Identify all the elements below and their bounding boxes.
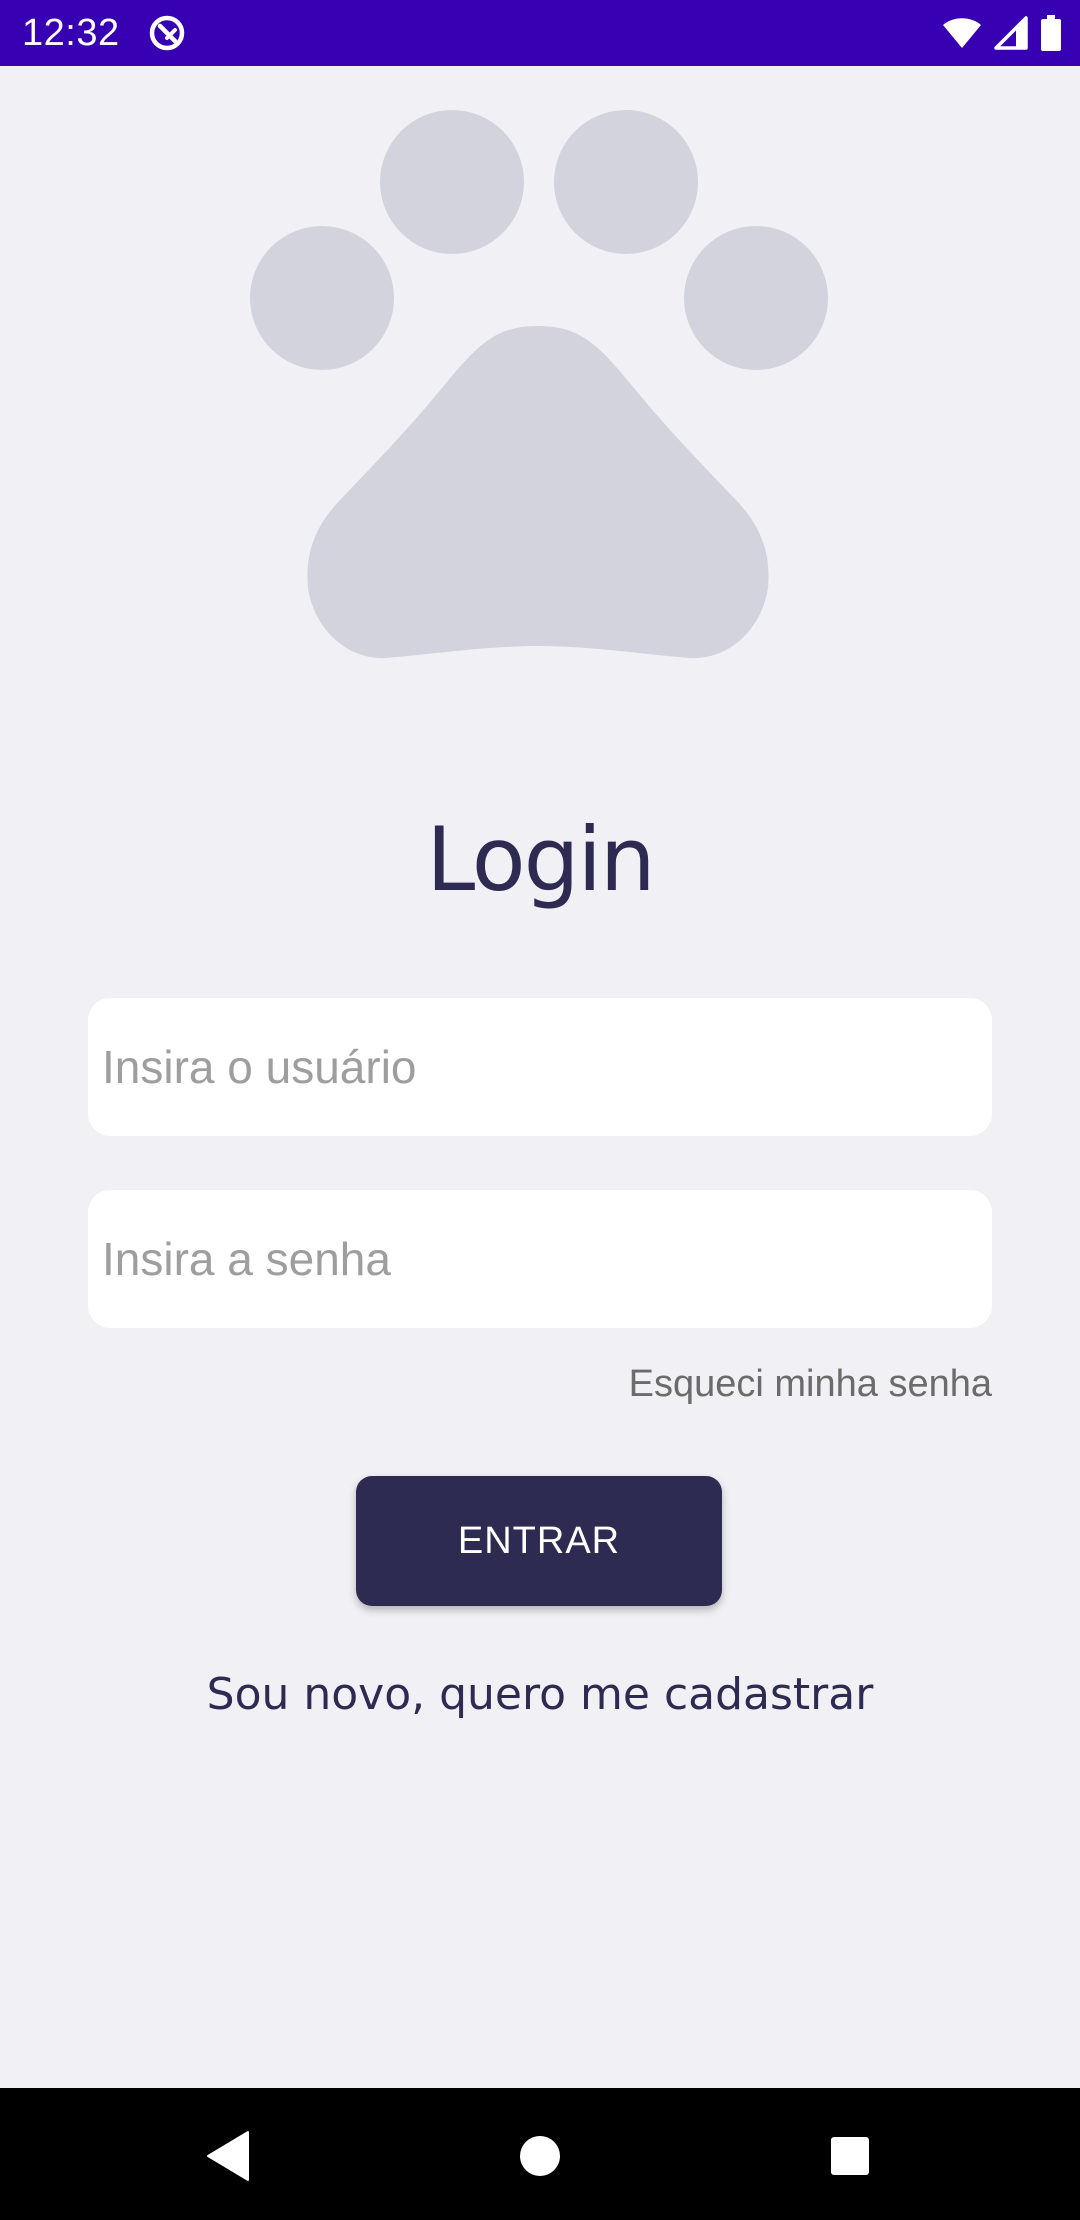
app-notification-icon (149, 15, 185, 51)
recents-icon[interactable] (820, 2126, 880, 2186)
paw-icon (250, 110, 828, 659)
status-bar: 12:32 (0, 0, 1080, 66)
enter-button[interactable]: ENTRAR (356, 1476, 722, 1606)
signal-icon (994, 16, 1028, 50)
register-link[interactable]: Sou novo, quero me cadastrar (0, 1666, 1080, 1724)
home-icon[interactable] (510, 2126, 570, 2186)
forgot-password-link[interactable]: Esqueci minha senha (629, 1360, 992, 1408)
back-icon[interactable] (200, 2126, 260, 2186)
status-time: 12:32 (22, 12, 120, 54)
password-field[interactable] (88, 1190, 992, 1328)
wifi-icon (943, 18, 981, 48)
navigation-bar (0, 2088, 1080, 2220)
page-title: Login (426, 808, 655, 911)
username-field[interactable] (88, 998, 992, 1136)
password-input[interactable] (102, 1232, 992, 1286)
status-icons (942, 12, 1062, 54)
username-input[interactable] (102, 1040, 992, 1094)
battery-icon (1041, 15, 1061, 51)
